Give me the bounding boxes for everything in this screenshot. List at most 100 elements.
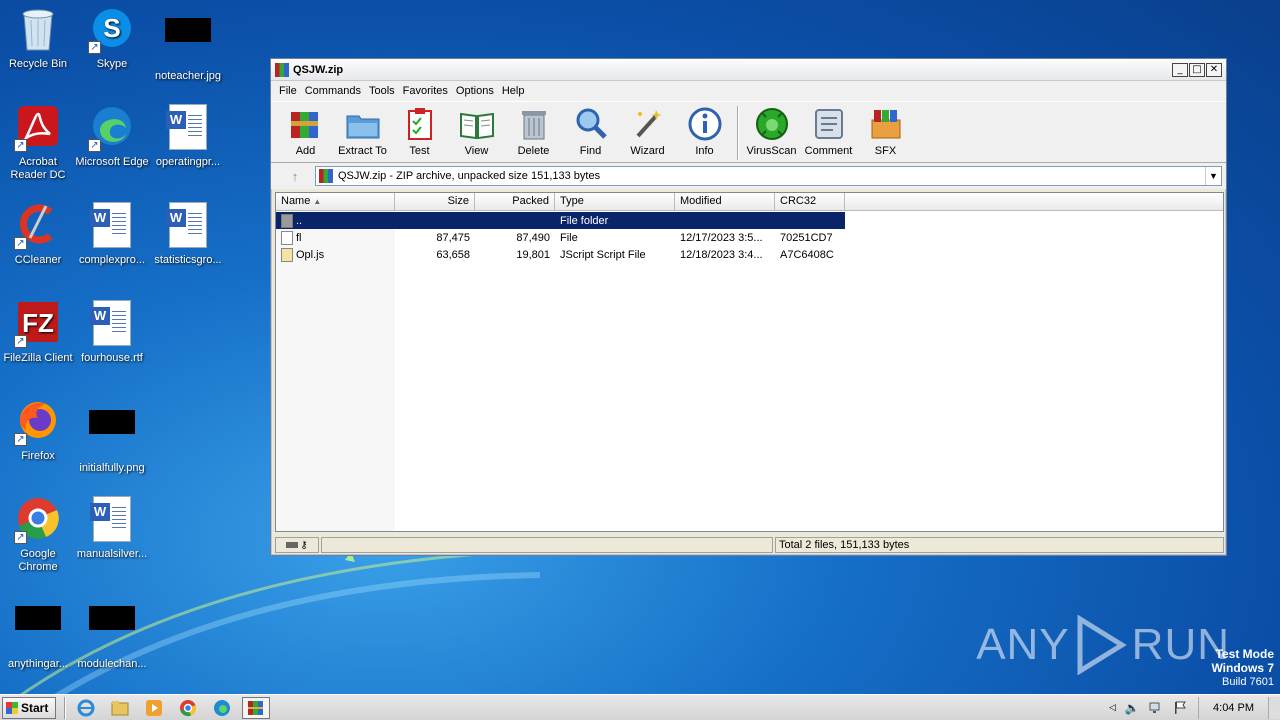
toolbar-extract-to-button[interactable]: Extract To [334, 106, 391, 157]
file-cell-name: .. [276, 213, 395, 228]
test-mode-line2: Windows 7 [1211, 661, 1274, 675]
file-row[interactable]: fl 87,475 87,490 File 12/17/2023 3:5... 70251… [276, 229, 845, 246]
menu-favorites[interactable]: Favorites [399, 85, 452, 97]
column-modified[interactable]: Modified [675, 193, 775, 211]
desktop-icon-noteacher-jpg[interactable]: noteacher.jpg [150, 6, 226, 83]
up-folder-button[interactable]: ↑ [275, 165, 315, 187]
desktop-icon-acrobat-reader-dc[interactable]: ↗ Acrobat Reader DC [0, 104, 76, 182]
toolbar-virusscan-button[interactable]: VirusScan [743, 106, 800, 157]
skype-icon: S ↗ [88, 6, 136, 54]
toolbar-add-button[interactable]: Add [277, 106, 334, 157]
taskbar-explorer-icon[interactable] [106, 697, 134, 719]
winrar-window[interactable]: QSJW.zip _ □ ✕ File Commands Tools Favor… [270, 58, 1227, 556]
folder-up-icon [281, 213, 293, 228]
taskbar-media-player-icon[interactable] [140, 697, 168, 719]
edge-icon: ↗ [88, 104, 136, 152]
watermark-text-left: ANY [976, 620, 1070, 669]
desktop-icon-modulechan[interactable]: modulechan... [74, 594, 150, 671]
toolbar-test-button[interactable]: Test [391, 106, 448, 157]
shortcut-arrow-icon: ↗ [88, 139, 101, 152]
desktop-icon-statisticsgro[interactable]: Wstatisticsgro... [150, 202, 226, 267]
firefox-icon: ↗ [14, 398, 62, 446]
toolbar-find-button[interactable]: Find [562, 106, 619, 157]
clock[interactable]: 4:04 PM [1198, 696, 1268, 719]
start-button[interactable]: Start [2, 696, 56, 719]
toolbar-delete-button[interactable]: Delete [505, 106, 562, 157]
toolbar-comment-button[interactable]: Comment [800, 106, 857, 157]
desktop-icon-ccleaner[interactable]: ↗ CCleaner [0, 202, 76, 267]
status-middle [321, 537, 773, 553]
menu-bar: File Commands Tools Favorites Options He… [271, 81, 1226, 101]
status-text: Total 2 files, 151,133 bytes [775, 537, 1224, 553]
toolbar-button-label: Extract To [338, 145, 387, 157]
desktop-icon-label: modulechan... [77, 658, 147, 670]
anyrun-watermark: ANY RUN [976, 615, 1230, 675]
desktop-icon-skype[interactable]: S ↗ Skype [74, 6, 150, 71]
menu-options[interactable]: Options [452, 85, 498, 97]
chrome-icon: ↗ [14, 496, 62, 544]
minimize-button[interactable]: _ [1172, 62, 1188, 77]
start-label: Start [21, 700, 49, 715]
recycle-bin-icon [14, 6, 62, 54]
close-button[interactable]: ✕ [1206, 62, 1222, 77]
test-mode-line3: Build 7601 [1222, 676, 1274, 688]
taskbar-edge-icon[interactable] [208, 697, 236, 719]
toolbar-view-button[interactable]: View [448, 106, 505, 157]
column-crc32[interactable]: CRC32 [775, 193, 845, 211]
address-field[interactable]: QSJW.zip - ZIP archive, unpacked size 15… [315, 166, 1222, 186]
menu-help[interactable]: Help [498, 85, 529, 97]
script-file-icon [281, 247, 293, 262]
column-type[interactable]: Type [555, 193, 675, 211]
taskbar-ie-icon[interactable] [72, 697, 100, 719]
word-doc-icon: W [164, 104, 212, 152]
system-tray: ◁ 🔈 4:04 PM [1109, 696, 1280, 719]
shortcut-arrow-icon: ↗ [14, 433, 27, 446]
file-list[interactable]: Name ▲ Size Packed Type Modified CRC32 .… [275, 192, 1224, 532]
action-center-flag-icon[interactable] [1172, 700, 1188, 716]
network-icon[interactable] [1148, 700, 1164, 716]
desktop-icon-fourhouse-rtf[interactable]: Wfourhouse.rtf [74, 300, 150, 365]
desktop-icon-manualsilver[interactable]: Wmanualsilver... [74, 496, 150, 561]
file-row[interactable]: Opl.js 63,658 19,801 JScript Script File 12/… [276, 246, 845, 263]
taskbar-winrar-icon[interactable] [242, 696, 270, 719]
column-packed[interactable]: Packed [475, 193, 555, 211]
toolbar-button-label: Add [295, 145, 316, 157]
file-cell-name: fl [276, 230, 395, 245]
desktop-icon-operatingpr[interactable]: Woperatingpr... [150, 104, 226, 169]
word-doc-icon: W [88, 202, 136, 250]
desktop-icon-recycle-bin[interactable]: Recycle Bin [0, 6, 76, 71]
desktop-icon-filezilla-client[interactable]: FZ ↗ FileZilla Client [0, 300, 76, 365]
column-size[interactable]: Size [395, 193, 475, 211]
maximize-button[interactable]: □ [1189, 62, 1205, 77]
address-bar: ↑ QSJW.zip - ZIP archive, unpacked size … [271, 163, 1226, 189]
toolbar-info-button[interactable]: Info [676, 106, 733, 157]
desktop-icon-google-chrome[interactable]: ↗ Google Chrome [0, 496, 76, 574]
taskbar-chrome-icon[interactable] [174, 697, 202, 719]
toolbar-wizard-button[interactable]: Wizard [619, 106, 676, 157]
shortcut-arrow-icon: ↗ [14, 335, 27, 348]
menu-file[interactable]: File [275, 85, 301, 97]
column-name[interactable]: Name ▲ [276, 193, 395, 211]
desktop-icon-initialfully-png[interactable]: initialfully.png [74, 398, 150, 475]
menu-commands[interactable]: Commands [301, 85, 365, 97]
toolbar-button-label: Delete [517, 145, 550, 157]
volume-icon[interactable]: 🔈 [1124, 700, 1140, 716]
desktop-icon-label: initialfully.png [79, 462, 145, 474]
file-icon [281, 230, 293, 245]
show-desktop-button[interactable] [1268, 696, 1280, 719]
desktop-icon-anythingar[interactable]: anythingar... [0, 594, 76, 671]
window-titlebar[interactable]: QSJW.zip _ □ ✕ [271, 59, 1226, 81]
desktop-icon-complexpro[interactable]: Wcomplexpro... [74, 202, 150, 267]
desktop-icon-microsoft-edge[interactable]: ↗ Microsoft Edge [74, 104, 150, 169]
toolbar-sfx-button[interactable]: SFX [857, 106, 914, 157]
address-dropdown[interactable]: ▼ [1205, 167, 1221, 185]
shortcut-arrow-icon: ↗ [14, 139, 27, 152]
file-row[interactable]: .. File folder [276, 212, 845, 229]
desktop-icon-label: Google Chrome [18, 548, 58, 573]
menu-tools[interactable]: Tools [365, 85, 399, 97]
status-icons: ⚷ [275, 537, 319, 553]
desktop-icon-label: anythingar... [8, 658, 68, 670]
magnifier-icon [573, 106, 609, 142]
desktop-icon-firefox[interactable]: ↗ Firefox [0, 398, 76, 463]
tray-expand-icon[interactable]: ◁ [1109, 702, 1116, 713]
